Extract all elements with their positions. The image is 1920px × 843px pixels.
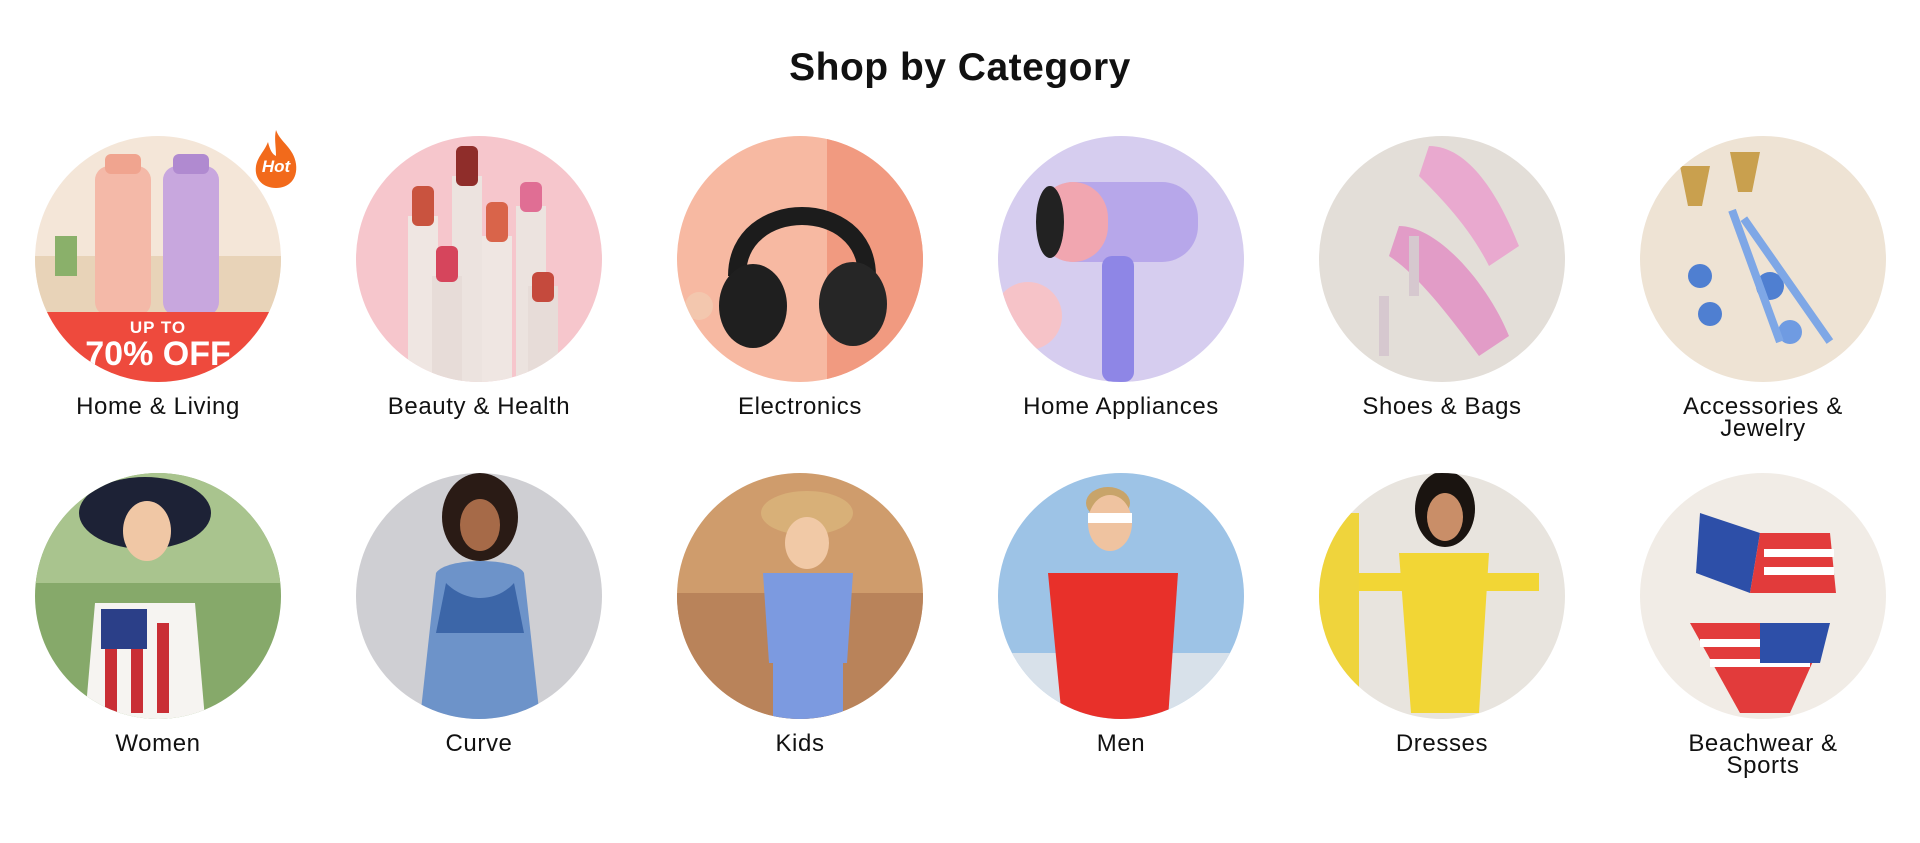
category-accessories-jewelry[interactable]: Accessories & Jewelry [1613, 136, 1913, 442]
category-label: Men [1096, 730, 1146, 757]
category-label: Accessories & Jewelry [1683, 393, 1843, 442]
category-label: Beachwear & Sports [1688, 730, 1838, 779]
bikini-image [1640, 473, 1886, 719]
category-women[interactable]: Women [8, 473, 308, 757]
category-men[interactable]: Men [971, 473, 1271, 757]
category-electronics[interactable]: Electronics [650, 136, 950, 420]
category-label: Home Appliances [1023, 393, 1219, 420]
woman-in-hat-image [35, 473, 281, 719]
svg-text:Hot: Hot [262, 157, 292, 176]
man-red-tee-image [998, 473, 1244, 719]
girl-in-hat-image [677, 473, 923, 719]
category-label: Women [115, 730, 201, 757]
category-beauty-health[interactable]: Beauty & Health [329, 136, 629, 420]
promo-banner: UP TO 70% OFF [35, 312, 281, 382]
yellow-dress-image [1319, 473, 1565, 719]
category-label: Home & Living [76, 393, 240, 420]
category-label: Curve [445, 730, 513, 757]
category-label: Kids [775, 730, 825, 757]
category-curve[interactable]: Curve [329, 473, 629, 757]
hot-flame-icon: Hot [255, 130, 297, 188]
category-home-appliances[interactable]: Home Appliances [971, 136, 1271, 420]
curve-model-image [356, 473, 602, 719]
category-label: Dresses [1395, 730, 1489, 757]
category-label: Shoes & Bags [1362, 393, 1522, 420]
category-label: Electronics [738, 393, 862, 420]
headphones-image [677, 136, 923, 382]
hair-dryer-image [998, 136, 1244, 382]
lipsticks-image [356, 136, 602, 382]
category-dresses[interactable]: Dresses [1292, 473, 1592, 757]
category-shoes-bags[interactable]: Shoes & Bags [1292, 136, 1592, 420]
category-label: Beauty & Health [387, 393, 571, 420]
category-home-living[interactable]: UP TO 70% OFF Hot Home & Living [8, 130, 308, 420]
heels-image [1319, 136, 1565, 382]
category-kids[interactable]: Kids [650, 473, 950, 757]
category-beachwear-sports[interactable]: Beachwear & Sports [1613, 473, 1913, 779]
category-grid: UP TO 70% OFF Hot Home & Living Beauty &… [0, 0, 1920, 843]
water-bottles-image: UP TO 70% OFF [35, 136, 281, 382]
earrings-image [1640, 136, 1886, 382]
